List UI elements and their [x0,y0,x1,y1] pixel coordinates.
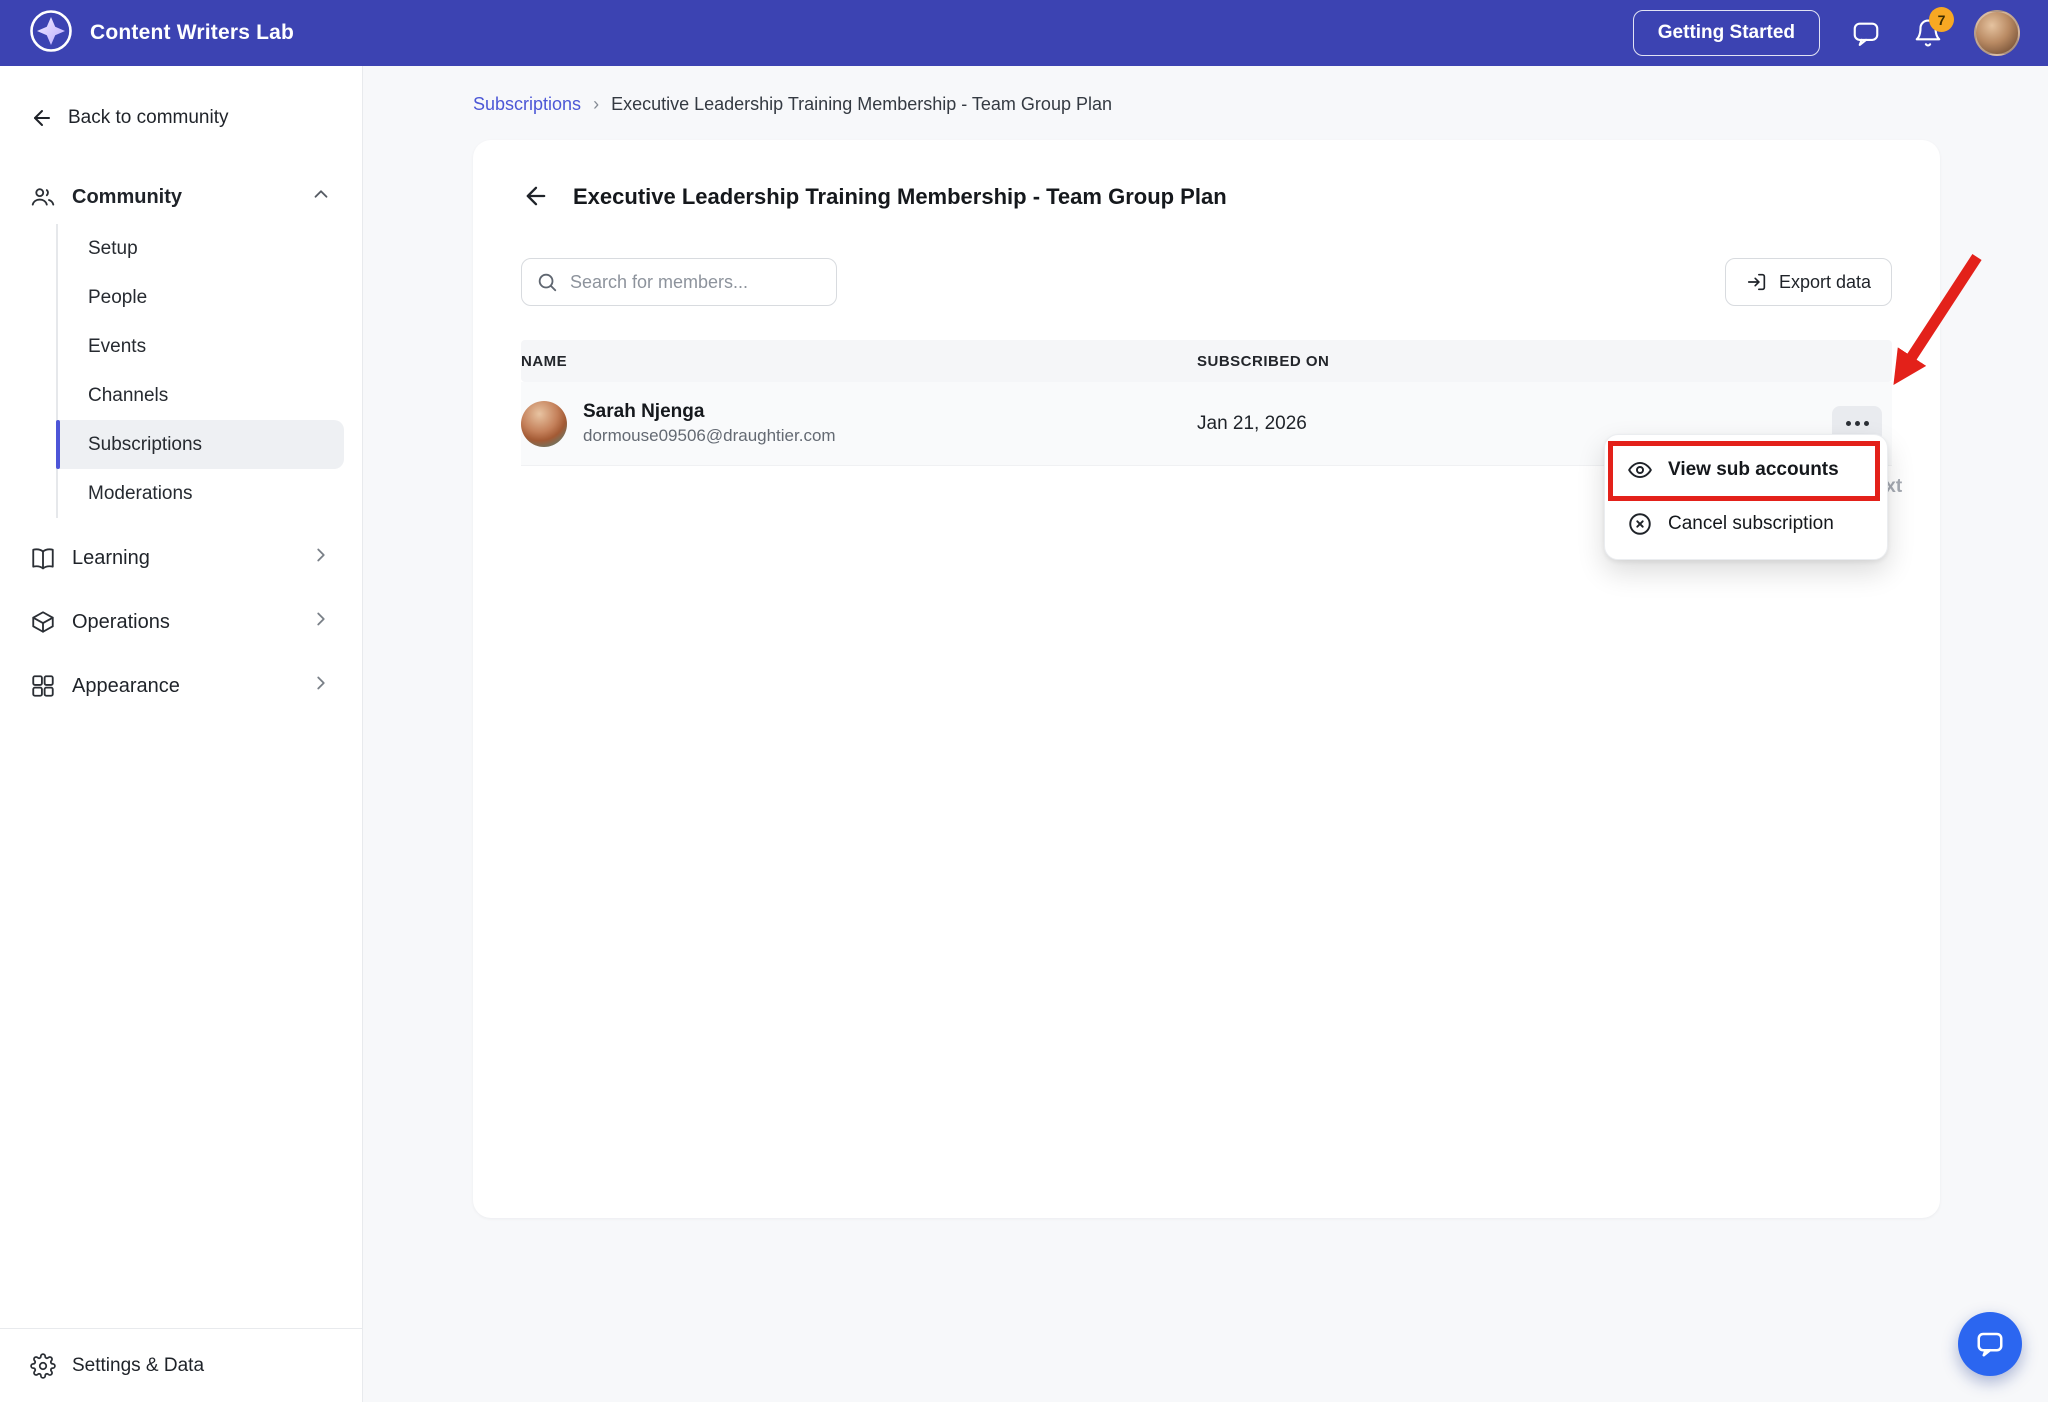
x-circle-icon [1627,511,1653,537]
member-email: dormouse09506@draughtier.com [583,426,836,446]
messages-icon[interactable] [1850,17,1882,49]
member-search [521,258,837,306]
sidebar-item-events[interactable]: Events [58,322,344,371]
layout-grid-icon [30,673,56,699]
table-header-row: NAME SUBSCRIBED ON [521,340,1892,382]
sidebar-item-channels[interactable]: Channels [58,371,344,420]
page-title: Executive Leadership Training Membership… [573,184,1227,210]
member-avatar [521,401,567,447]
menu-item-view-sub-accounts[interactable]: View sub accounts [1605,443,1887,497]
notifications-bell-icon[interactable]: 7 [1912,17,1944,49]
app-logo-icon [28,8,74,59]
settings-and-data-link[interactable]: Settings & Data [0,1328,362,1402]
chevron-up-icon [310,183,332,211]
subscription-detail-card: Executive Leadership Training Membership… [473,140,1940,1218]
back-button[interactable] [521,182,551,212]
breadcrumb: Subscriptions › Executive Leadership Tra… [473,92,1940,116]
getting-started-button[interactable]: Getting Started [1633,10,1820,56]
sidebar-item-people[interactable]: People [58,273,344,322]
breadcrumb-separator-icon: › [593,94,599,115]
top-bar: Content Writers Lab Getting Started 7 [0,0,2048,66]
community-label: Community [72,186,182,209]
row-actions-menu: View sub accounts Cancel subscription [1604,434,1888,560]
member-name: Sarah Njenga [583,401,836,423]
column-header-subscribed-on: SUBSCRIBED ON [1197,353,1772,370]
breadcrumb-current: Executive Leadership Training Membership… [611,94,1112,115]
sidebar-item-moderations[interactable]: Moderations [58,469,344,518]
gear-icon [30,1353,56,1379]
sidebar-item-subscriptions[interactable]: Subscriptions [58,420,344,469]
breadcrumb-subscriptions-link[interactable]: Subscriptions [473,94,581,115]
community-subitems: Setup People Events Channels Subscriptio… [56,224,362,518]
user-avatar[interactable] [1974,10,2020,56]
notification-count-badge: 7 [1929,7,1954,32]
search-icon [536,271,558,293]
chevron-right-icon [310,608,332,636]
chat-bubble-icon [1975,1329,2005,1359]
sidebar-section-community[interactable]: Community [0,176,362,218]
box-icon [30,609,56,635]
search-input[interactable] [521,258,837,306]
arrow-left-icon [522,182,550,210]
subscribed-on-date: Jan 21, 2026 [1197,413,1772,435]
sidebar-section-appearance[interactable]: Appearance [0,656,362,716]
sidebar: Back to community Community Setup People… [0,66,363,1402]
back-to-community-label: Back to community [68,107,229,129]
sidebar-section-operations[interactable]: Operations [0,592,362,652]
sidebar-section-learning[interactable]: Learning [0,528,362,588]
app-title: Content Writers Lab [90,21,294,45]
brand: Content Writers Lab [28,8,294,59]
sidebar-item-setup[interactable]: Setup [58,224,344,273]
chevron-right-icon [310,672,332,700]
column-header-name: NAME [521,353,1197,370]
arrow-left-icon [30,106,54,130]
main-content: Subscriptions › Executive Leadership Tra… [363,66,2048,1402]
export-icon [1746,271,1768,293]
book-icon [30,545,56,571]
eye-icon [1627,457,1653,483]
back-to-community-link[interactable]: Back to community [0,66,362,136]
menu-item-cancel-subscription[interactable]: Cancel subscription [1605,497,1887,551]
chat-launcher-button[interactable] [1958,1312,2022,1376]
export-data-button[interactable]: Export data [1725,258,1892,306]
chevron-right-icon [310,544,332,572]
community-icon [30,184,56,210]
